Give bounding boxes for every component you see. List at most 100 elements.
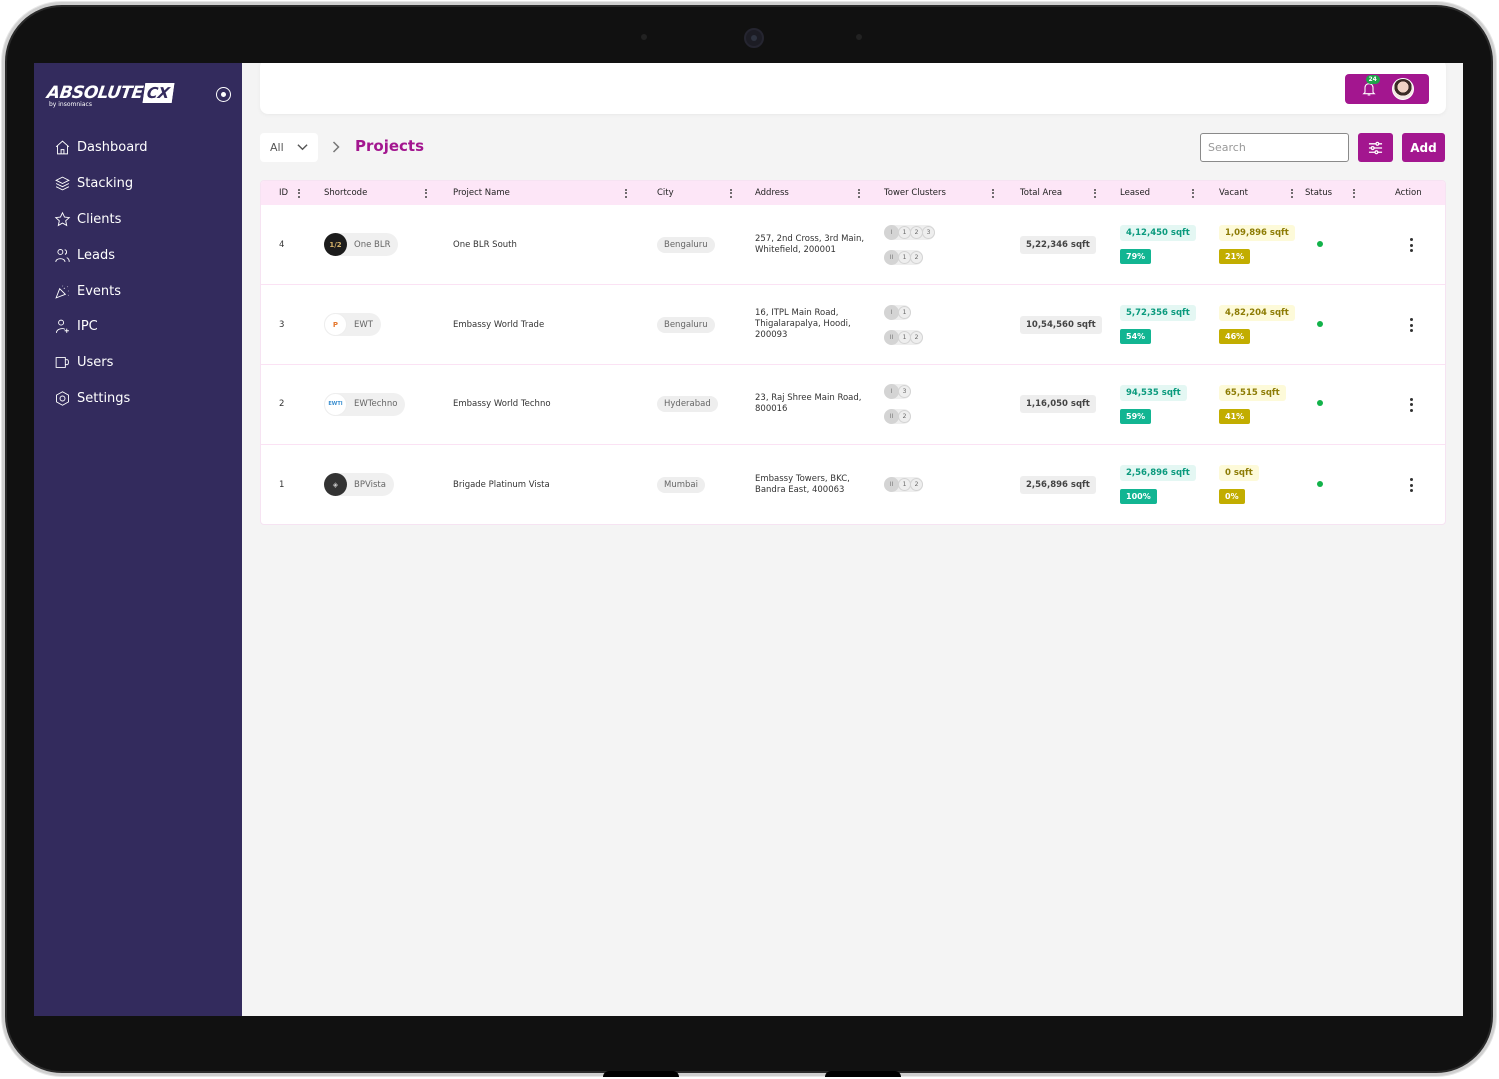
tower-badge[interactable]: 2 bbox=[910, 250, 923, 264]
column-header-address[interactable]: Address bbox=[755, 181, 884, 205]
tower-badge[interactable]: 2 bbox=[898, 410, 911, 424]
column-menu-icon[interactable] bbox=[992, 188, 994, 198]
column-header-vacant[interactable]: Vacant bbox=[1219, 181, 1305, 205]
row-actions-icon[interactable] bbox=[1407, 475, 1416, 495]
table-row[interactable]: 3 P EWT Embassy World Trade Bengaluru 16… bbox=[261, 284, 1445, 365]
row-actions-icon[interactable] bbox=[1407, 315, 1416, 335]
total-area-chip: 1,16,050 sqft bbox=[1020, 395, 1096, 414]
cluster-label[interactable]: II bbox=[884, 409, 899, 425]
column-menu-icon[interactable] bbox=[730, 188, 732, 198]
cluster-label[interactable]: II bbox=[884, 477, 899, 493]
leased-area-chip: 4,12,450 sqft bbox=[1120, 225, 1196, 242]
cell-project-name: One BLR South bbox=[453, 239, 517, 250]
party-icon bbox=[55, 285, 69, 299]
cell-action bbox=[1369, 444, 1445, 524]
sidebar-item-ipc[interactable]: IPC bbox=[54, 309, 148, 345]
sidebar-item-dashboard[interactable]: Dashboard bbox=[54, 130, 148, 166]
cell-status bbox=[1305, 205, 1369, 285]
tower-cluster: I3 bbox=[884, 384, 911, 400]
project-logo-icon: EWTI bbox=[324, 392, 347, 416]
cell-leased: 2,56,896 sqft 100% bbox=[1120, 444, 1219, 524]
column-header-shortcode[interactable]: Shortcode bbox=[324, 181, 453, 205]
column-header-total-area[interactable]: Total Area bbox=[1020, 181, 1120, 205]
column-menu-icon[interactable] bbox=[1353, 188, 1355, 198]
column-menu-icon[interactable] bbox=[425, 188, 427, 198]
sidebar-item-leads[interactable]: Leads bbox=[54, 237, 148, 273]
notification-badge: 24 bbox=[1365, 75, 1380, 84]
column-menu-icon[interactable] bbox=[858, 188, 860, 198]
cluster-label[interactable]: I bbox=[884, 224, 899, 240]
notifications-button[interactable]: 24 bbox=[1361, 75, 1380, 97]
avatar[interactable] bbox=[1391, 78, 1414, 100]
table-row[interactable]: 2 EWTI EWTechno Embassy World Techno Hyd… bbox=[261, 364, 1445, 445]
column-header-status[interactable]: Status bbox=[1305, 181, 1369, 205]
city-chip: Bengaluru bbox=[657, 236, 715, 253]
logo[interactable]: ABSOLUTE CX by insomniacs bbox=[46, 83, 174, 108]
cell-vacant: 0 sqft 0% bbox=[1219, 444, 1305, 524]
cell-status bbox=[1305, 285, 1369, 365]
row-actions-icon[interactable] bbox=[1407, 235, 1416, 255]
cell-vacant: 65,515 sqft 41% bbox=[1219, 365, 1305, 445]
table-row[interactable]: 4 1/2 One BLR One BLR South Bengaluru 25… bbox=[261, 205, 1445, 285]
shortcode-text: One BLR bbox=[354, 239, 391, 250]
settings-icon bbox=[56, 391, 69, 406]
sidebar-item-label: IPC bbox=[77, 319, 98, 335]
layers-icon bbox=[55, 176, 70, 191]
tower-badge[interactable]: 1 bbox=[898, 305, 911, 319]
sidebar-item-label: Settings bbox=[77, 390, 131, 406]
sidebar-item-clients[interactable]: Clients bbox=[54, 202, 148, 238]
status-active-indicator bbox=[1317, 480, 1323, 487]
shortcode-chip[interactable]: P EWT bbox=[324, 313, 381, 337]
user-menu[interactable]: 24 bbox=[1345, 74, 1429, 104]
column-header-project-name[interactable]: Project Name bbox=[453, 181, 657, 205]
tower-badge[interactable]: 3 bbox=[898, 385, 911, 399]
search-input[interactable] bbox=[1200, 133, 1349, 162]
tower-cluster: II 1 2 bbox=[884, 329, 923, 345]
cell-action bbox=[1369, 365, 1445, 445]
table-row[interactable]: 1 ◈ BPVista Brigade Platinum Vista Mumba… bbox=[261, 444, 1445, 524]
cluster-label[interactable]: I bbox=[884, 384, 899, 400]
sidebar-item-users[interactable]: Users bbox=[54, 345, 148, 381]
cluster-label[interactable]: II bbox=[884, 249, 899, 265]
column-header-leased[interactable]: Leased bbox=[1120, 181, 1219, 205]
column-menu-icon[interactable] bbox=[1094, 188, 1096, 198]
sidebar-item-label: Users bbox=[77, 355, 114, 371]
tower-badge[interactable]: 2 bbox=[910, 330, 923, 344]
leased-percent-badge: 54% bbox=[1120, 329, 1152, 345]
sidebar-item-events[interactable]: Events bbox=[54, 273, 148, 309]
leased-area-chip: 2,56,896 sqft bbox=[1120, 465, 1196, 482]
add-button[interactable]: Add bbox=[1402, 133, 1445, 162]
total-area-chip: 2,56,896 sqft bbox=[1020, 475, 1096, 494]
status-active-indicator bbox=[1317, 320, 1323, 327]
sidebar-item-label: Leads bbox=[77, 247, 116, 263]
column-menu-icon[interactable] bbox=[625, 188, 627, 198]
column-menu-icon[interactable] bbox=[1291, 188, 1293, 198]
sidebar-item-stacking[interactable]: Stacking bbox=[54, 166, 148, 202]
cell-leased: 5,72,356 sqft 54% bbox=[1120, 285, 1219, 365]
city-chip: Mumbai bbox=[657, 476, 705, 493]
cluster-label[interactable]: II bbox=[884, 329, 899, 345]
cluster-label[interactable]: I bbox=[884, 304, 899, 320]
tower-badge[interactable]: 2 bbox=[910, 478, 923, 492]
shortcode-chip[interactable]: EWTI EWTechno bbox=[324, 392, 406, 416]
column-menu-icon[interactable] bbox=[298, 188, 301, 198]
cell-address: 257, 2nd Cross, 3rd Main, Whitefield, 20… bbox=[755, 205, 884, 285]
sidebar-toggle-icon[interactable] bbox=[216, 87, 231, 102]
column-header-tower-clusters[interactable]: Tower Clusters bbox=[884, 181, 1020, 205]
column-menu-icon[interactable] bbox=[1192, 188, 1194, 198]
shortcode-chip[interactable]: ◈ BPVista bbox=[324, 473, 394, 497]
sliders-icon bbox=[1368, 141, 1383, 154]
filter-settings-button[interactable] bbox=[1358, 133, 1393, 162]
cell-shortcode: 1/2 One BLR bbox=[324, 205, 453, 285]
sidebar-item-settings[interactable]: Settings bbox=[54, 381, 148, 417]
tower-badge[interactable]: 3 bbox=[922, 225, 935, 239]
row-actions-icon[interactable] bbox=[1407, 395, 1416, 415]
shortcode-text: EWT bbox=[354, 319, 373, 330]
shortcode-chip[interactable]: 1/2 One BLR bbox=[324, 233, 399, 257]
filter-dropdown[interactable]: All bbox=[260, 133, 318, 162]
leased-area-chip: 94,535 sqft bbox=[1120, 384, 1187, 401]
vacant-percent-badge: 46% bbox=[1219, 329, 1251, 345]
table-header: ID Shortcode Project Name City Address T… bbox=[261, 181, 1445, 205]
column-header-id[interactable]: ID bbox=[261, 181, 324, 205]
column-header-city[interactable]: City bbox=[657, 181, 755, 205]
